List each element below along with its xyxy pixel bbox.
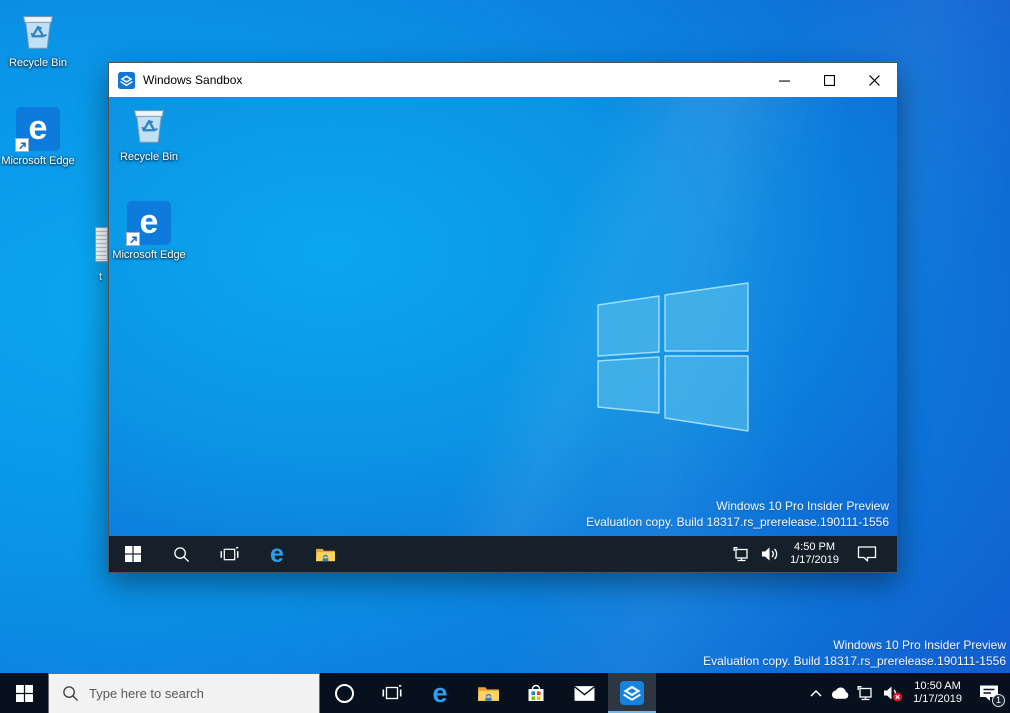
- mail-icon: [574, 685, 595, 702]
- tray-chevron-button[interactable]: [803, 673, 828, 713]
- edge-icon: e: [432, 680, 447, 707]
- host-clock[interactable]: 10:50 AM 1/17/2019: [907, 673, 968, 713]
- action-center-button[interactable]: 1: [968, 673, 1010, 713]
- windows-sandbox-icon: [620, 681, 644, 705]
- windows-sandbox-window: Windows Sandbox: [108, 62, 898, 573]
- text-document-icon-partial[interactable]: [95, 227, 108, 262]
- sandbox-edge-icon[interactable]: e Microsoft Edge: [112, 200, 186, 262]
- edge-icon: e: [270, 542, 284, 567]
- icon-label: Recycle Bin: [9, 57, 67, 70]
- sandbox-taskbar: e: [109, 536, 897, 572]
- network-button[interactable]: [853, 673, 878, 713]
- network-icon: [857, 685, 875, 701]
- recycle-bin-icon: [15, 8, 61, 54]
- window-title: Windows Sandbox: [143, 73, 242, 87]
- file-explorer-icon: [477, 684, 500, 703]
- clock-time: 4:50 PM: [790, 541, 839, 554]
- host-system-tray: 10:50 AM 1/17/2019 1: [803, 673, 1010, 713]
- minimize-button[interactable]: [762, 63, 807, 97]
- sandbox-watermark: Windows 10 Pro Insider Preview Evaluatio…: [586, 498, 889, 530]
- icon-label: Microsoft Edge: [112, 249, 185, 262]
- windows-sandbox-taskbar-button[interactable]: [608, 673, 656, 713]
- watermark-line1: Windows 10 Pro Insider Preview: [586, 498, 889, 514]
- cortana-icon: [335, 684, 354, 703]
- watermark-line1: Windows 10 Pro Insider Preview: [703, 637, 1006, 653]
- sandbox-file-explorer-button[interactable]: [301, 536, 349, 572]
- sandbox-system-tray: 4:50 PM 1/17/2019: [728, 536, 897, 572]
- file-explorer-icon: [315, 546, 336, 563]
- sandbox-network-button[interactable]: [728, 536, 756, 572]
- sandbox-search-button[interactable]: [157, 536, 205, 572]
- task-view-icon: [220, 546, 239, 563]
- notification-badge: 1: [992, 694, 1005, 707]
- sandbox-start-button[interactable]: [109, 536, 157, 572]
- host-start-button[interactable]: [0, 673, 48, 713]
- windows-sandbox-app-icon: [118, 72, 135, 89]
- sandbox-desktop: Recycle Bin e Microsoft Edge Windows 10 …: [109, 97, 897, 536]
- close-button[interactable]: [852, 63, 897, 97]
- action-center-icon: [857, 545, 877, 563]
- title-bar[interactable]: Windows Sandbox: [109, 63, 897, 97]
- volume-button[interactable]: [878, 673, 907, 713]
- shortcut-arrow-icon: [126, 232, 140, 246]
- cortana-button[interactable]: [320, 673, 368, 713]
- watermark-line2: Evaluation copy. Build 18317.rs_prerelea…: [586, 514, 889, 530]
- volume-muted-icon: [883, 685, 903, 702]
- sandbox-volume-button[interactable]: [756, 536, 784, 572]
- chevron-up-icon: [809, 688, 823, 698]
- host-desktop: Recycle Bin e Microsoft Edge t Windows 1…: [0, 0, 1010, 713]
- search-placeholder: Type here to search: [89, 686, 204, 701]
- icon-label: Microsoft Edge: [1, 155, 74, 168]
- network-icon: [733, 546, 751, 562]
- host-taskbar: Type here to search e: [0, 673, 1010, 713]
- watermark-line2: Evaluation copy. Build 18317.rs_prerelea…: [703, 653, 1006, 669]
- task-view-button[interactable]: [368, 673, 416, 713]
- icon-label: t: [99, 271, 102, 283]
- windows-start-icon: [125, 546, 141, 562]
- windows-logo-wallpaper: [597, 281, 749, 435]
- sandbox-edge-button[interactable]: e: [253, 536, 301, 572]
- taskbar-search-input[interactable]: Type here to search: [48, 673, 320, 713]
- sandbox-action-center-button[interactable]: [845, 536, 889, 572]
- close-icon: [869, 75, 880, 86]
- sandbox-task-view-button[interactable]: [205, 536, 253, 572]
- store-icon: [526, 683, 546, 703]
- sandbox-recycle-bin-icon[interactable]: Recycle Bin: [112, 102, 186, 164]
- search-icon: [62, 685, 79, 702]
- recycle-bin-icon: [126, 102, 172, 148]
- onedrive-button[interactable]: [828, 673, 853, 713]
- maximize-icon: [824, 75, 835, 86]
- file-explorer-button[interactable]: [464, 673, 512, 713]
- minimize-icon: [779, 75, 790, 86]
- mail-button[interactable]: [560, 673, 608, 713]
- store-button[interactable]: [512, 673, 560, 713]
- search-icon: [173, 546, 190, 563]
- host-edge-icon[interactable]: e Microsoft Edge: [1, 106, 75, 168]
- clock-time: 10:50 AM: [913, 680, 962, 693]
- volume-icon: [761, 546, 779, 562]
- task-view-icon: [382, 684, 402, 702]
- shortcut-arrow-icon: [15, 138, 29, 152]
- maximize-button[interactable]: [807, 63, 852, 97]
- clock-date: 1/17/2019: [913, 693, 962, 706]
- host-watermark: Windows 10 Pro Insider Preview Evaluatio…: [703, 637, 1006, 669]
- windows-start-icon: [16, 685, 33, 702]
- edge-taskbar-button[interactable]: e: [416, 673, 464, 713]
- sandbox-clock[interactable]: 4:50 PM 1/17/2019: [784, 536, 845, 572]
- clock-date: 1/17/2019: [790, 554, 839, 567]
- host-recycle-bin-icon[interactable]: Recycle Bin: [1, 8, 75, 70]
- icon-label: Recycle Bin: [120, 151, 178, 164]
- onedrive-cloud-icon: [831, 686, 850, 700]
